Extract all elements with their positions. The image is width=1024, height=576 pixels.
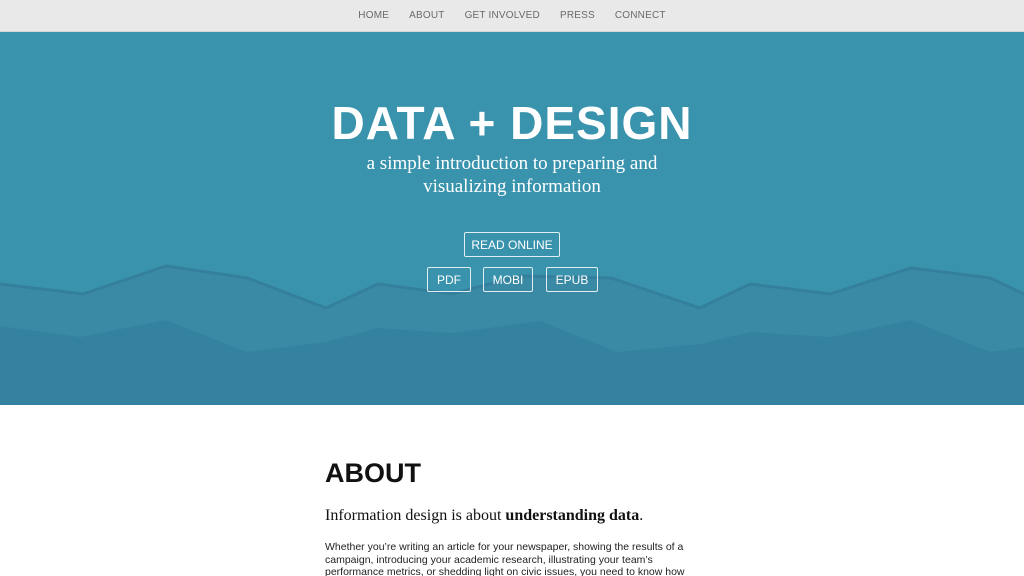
- hero-subtitle: a simple introduction to preparing and v…: [366, 153, 658, 197]
- about-body-text: Whether you’re writing an article for yo…: [325, 541, 685, 576]
- about-lead-prefix: Information design is about: [325, 507, 506, 524]
- nav-home[interactable]: HOME: [348, 10, 399, 21]
- hero-title: DATA + DESIGN: [331, 97, 693, 149]
- nav-press[interactable]: PRESS: [550, 10, 605, 21]
- mobi-download-button[interactable]: MOBI: [483, 267, 533, 292]
- mountain-waves-graphic: [0, 264, 1024, 405]
- hero-banner: DATA + DESIGN a simple introduction to p…: [0, 32, 1024, 405]
- nav-connect[interactable]: CONNECT: [605, 10, 676, 21]
- wave-front: [0, 320, 1024, 405]
- about-section: ABOUT Information design is about unders…: [325, 458, 705, 576]
- top-navbar: HOME ABOUT GET INVOLVED PRESS CONNECT: [0, 0, 1024, 32]
- read-online-button[interactable]: READ ONLINE: [464, 232, 560, 257]
- nav-about[interactable]: ABOUT: [399, 10, 454, 21]
- about-lead: Information design is about understandin…: [325, 507, 705, 525]
- pdf-download-button[interactable]: PDF: [427, 267, 471, 292]
- about-lead-emphasis: understanding data: [505, 507, 640, 524]
- about-heading: ABOUT: [325, 458, 421, 488]
- nav-get-involved[interactable]: GET INVOLVED: [455, 10, 550, 21]
- about-lead-suffix: .: [639, 507, 644, 524]
- epub-download-button[interactable]: EPUB: [546, 267, 598, 292]
